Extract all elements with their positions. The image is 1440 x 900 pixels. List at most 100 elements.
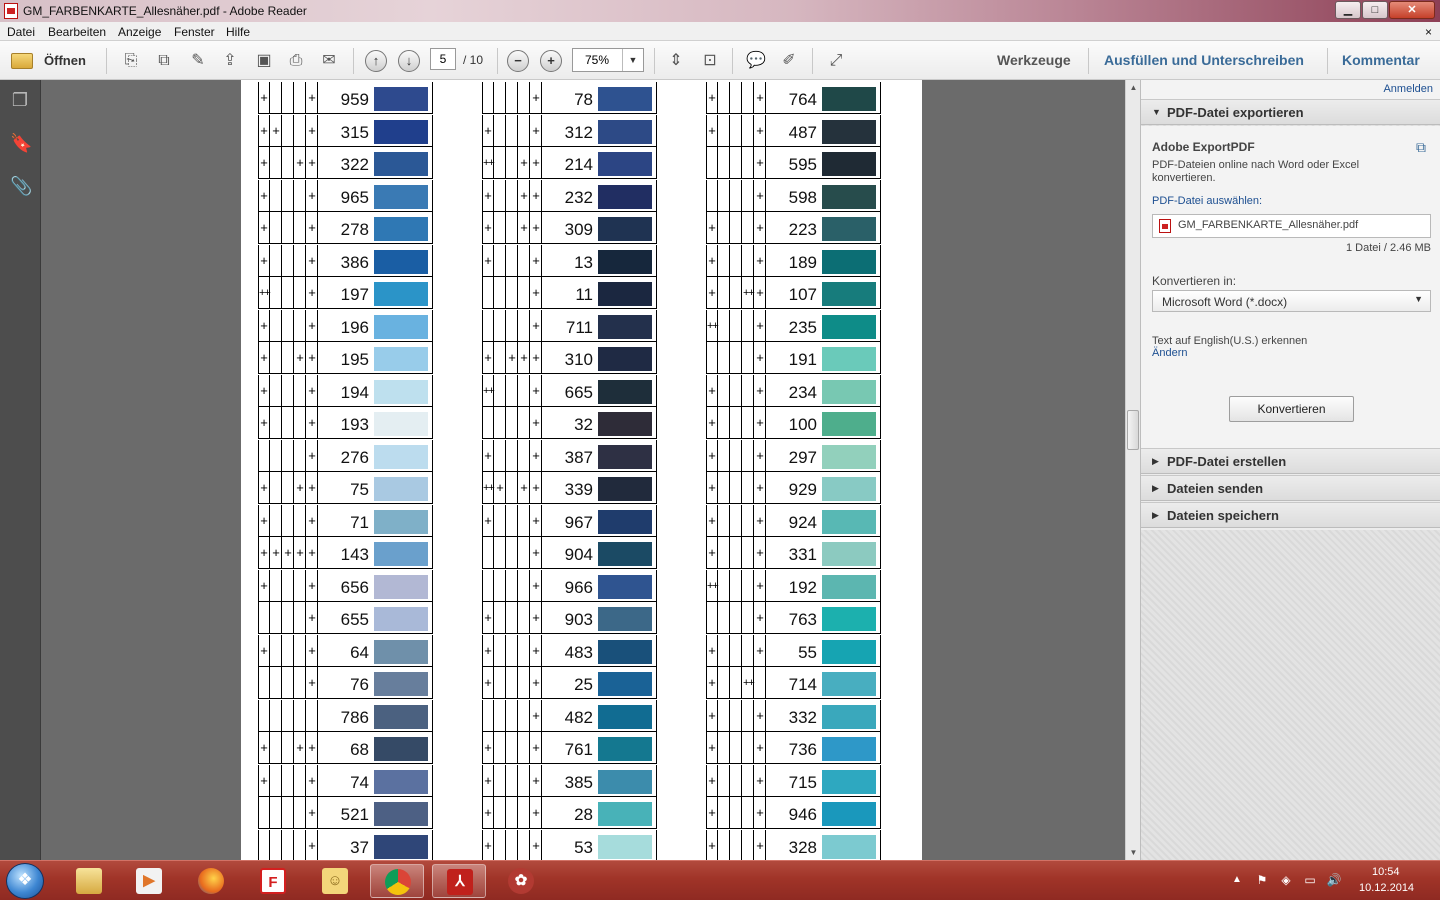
scroll-mode-icon[interactable]: ⇕ [665,50,687,72]
property-mark [743,179,754,212]
table-row: + + +315 [258,114,458,147]
fullscreen-icon[interactable]: ⤢ [825,50,847,72]
zoom-out-button[interactable]: − [507,50,529,72]
property-mark [283,82,294,114]
selected-file-field[interactable]: GM_FARBENKARTE_Allesnäher.pdf [1152,214,1431,238]
scroll-down-arrow[interactable]: ▼ [1126,845,1141,860]
property-mark [271,179,282,212]
selected-file-name: GM_FARBENKARTE_Allesnäher.pdf [1178,219,1359,231]
close-window-button[interactable]: ✕ [1389,1,1435,19]
page-number-input[interactable] [430,48,456,70]
property-mark: + [507,342,518,374]
save-icon[interactable]: ▣ [253,50,275,72]
zoom-input[interactable] [573,49,621,71]
property-mark: + [755,439,766,472]
taskbar-app-f[interactable]: F [246,864,300,898]
menu-hilfe[interactable]: Hilfe [226,25,250,39]
store-files-header[interactable]: ▶ Dateien speichern [1141,502,1440,528]
property-mark [283,212,294,244]
tray-expand-icon[interactable]: ▲ [1232,874,1242,885]
tools-pane-button[interactable]: Werkzeuge [997,52,1071,68]
property-mark [731,179,742,212]
zoom-select[interactable]: ▼ [572,48,644,72]
zoom-in-button[interactable]: + [540,50,562,72]
menu-datei[interactable]: Datei [7,25,35,39]
triangle-right-icon: ▶ [1152,510,1159,520]
property-mark: + [755,309,766,342]
property-mark: + [531,407,542,439]
open-button[interactable]: Öffnen [44,53,86,68]
fill-sign-pane-button[interactable]: Ausfüllen und Unterschreiben [1104,52,1304,68]
maximize-button[interactable]: □ [1362,1,1388,19]
toolbar-separator [353,48,354,74]
menu-anzeige[interactable]: Anzeige [118,25,161,39]
property-mark [295,212,306,244]
next-page-button[interactable]: ↓ [398,50,420,72]
previous-page-button[interactable]: ↑ [365,50,387,72]
property-mark: + [755,732,766,764]
combine-pdf-icon[interactable]: ⧉ [153,50,175,72]
chevron-down-icon[interactable]: ▼ [622,49,643,71]
close-document-button[interactable]: × [1425,25,1432,39]
highlight-icon[interactable]: ✐ [778,50,800,72]
comment-icon[interactable]: 💬 [745,50,767,72]
taskbar-media-player[interactable]: ▶ [122,864,176,898]
minimize-button[interactable]: ▁ [1335,1,1361,19]
email-icon[interactable]: ✉ [318,50,340,72]
taskbar-notes[interactable]: ☺ [308,864,362,898]
property-mark [283,244,294,277]
taskbar-adobe-reader[interactable]: ⅄ [432,864,486,898]
property-mark [519,797,530,829]
color-swatch [374,542,428,566]
color-number: 143 [340,545,369,564]
taskbar-explorer[interactable] [62,864,116,898]
scrollbar-thumb[interactable] [1127,410,1139,450]
action-center-flag-icon[interactable]: ⚑ [1254,873,1270,887]
property-mark [495,212,506,244]
edit-icon[interactable]: ✎ [187,50,209,72]
menu-bearbeiten[interactable]: Bearbeiten [48,25,106,39]
taskbar-adobe-app[interactable]: ✿ [494,864,548,898]
attachment-icon[interactable]: 📎 [10,175,32,197]
color-swatch [822,184,876,209]
color-number: 278 [340,220,369,239]
scroll-up-arrow[interactable]: ▲ [1126,80,1141,95]
property-mark [719,244,730,277]
property-mark [271,342,282,374]
send-files-header[interactable]: ▶ Dateien senden [1141,475,1440,501]
table-row: + + +195 [258,342,458,374]
taskbar-firefox[interactable] [184,864,238,898]
volume-icon[interactable]: 🔊 [1326,873,1342,887]
fit-page-icon[interactable]: ⊡ [699,50,721,72]
property-mark: ++ [259,277,271,309]
security-icon[interactable]: ◈ [1278,873,1294,887]
taskbar-chrome[interactable] [370,864,424,898]
page-thumbnails-icon[interactable]: ❐ [10,89,30,111]
property-mark [731,147,742,179]
change-language-link[interactable]: Ändern [1152,347,1187,359]
sign-in-link[interactable]: Anmelden [1383,83,1433,95]
property-mark: + [755,114,766,147]
property-mark [295,569,306,602]
vertical-scrollbar[interactable]: ▲ ▼ [1125,80,1140,860]
network-icon[interactable]: ▭ [1302,873,1318,887]
folder-icon[interactable] [11,53,33,69]
bookmark-icon[interactable]: 🔖 [10,132,32,154]
create-pdf-header[interactable]: ▶ PDF-Datei erstellen [1141,448,1440,474]
upload-icon[interactable]: ⇪ [219,50,241,72]
property-mark [719,667,730,699]
create-pdf-icon[interactable]: ⎘ [120,50,142,72]
export-service-icon[interactable]: ⧉ [1413,139,1429,155]
clock-date[interactable]: 10.12.2014 [1359,882,1414,894]
document-area[interactable]: + +959 + + +315 + + +322 + +965 + +278 + +386 ++ +197 + +… [41,80,1125,860]
export-pdf-header[interactable]: ▼ PDF-Datei exportieren [1141,99,1440,125]
menu-fenster[interactable]: Fenster [174,25,215,39]
convert-format-select[interactable]: Microsoft Word (*.docx) ▼ [1152,290,1431,312]
cell-border [432,602,433,634]
property-mark [495,147,506,179]
clock-time[interactable]: 10:54 [1372,866,1400,878]
comment-pane-button[interactable]: Kommentar [1342,52,1420,68]
start-button[interactable]: ❖ [6,863,44,899]
convert-button[interactable]: Konvertieren [1229,396,1354,422]
print-icon[interactable]: ⎙ [285,50,307,72]
